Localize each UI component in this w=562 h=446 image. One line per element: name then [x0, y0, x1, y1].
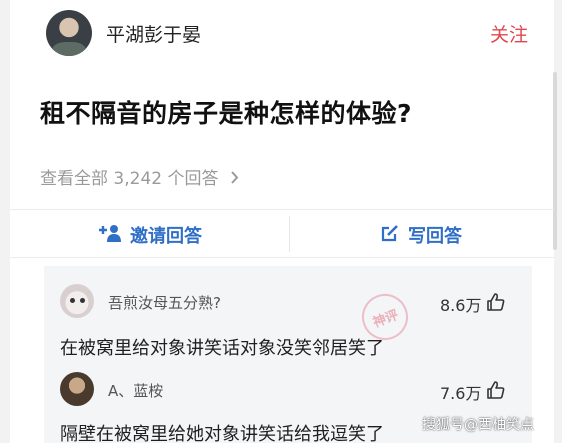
- comment-username[interactable]: A、蓝桉: [108, 380, 163, 401]
- like-button[interactable]: 8.6万: [440, 292, 506, 316]
- divider: [289, 216, 290, 252]
- question-title[interactable]: 租不隔音的房子是种怎样的体验?: [40, 94, 412, 130]
- thumbs-up-icon: [486, 380, 506, 404]
- view-all-label: 查看全部 3,242 个回答: [40, 169, 219, 189]
- add-user-icon: [98, 223, 122, 248]
- invite-answer-label: 邀请回答: [130, 226, 202, 247]
- comment-text: 在被窝里给对象讲笑话对象没笑邻居笑了: [60, 338, 384, 359]
- avatar[interactable]: [60, 372, 94, 406]
- comment-username[interactable]: 吾煎汝母五分熟?: [108, 292, 221, 313]
- scrollbar[interactable]: [553, 72, 557, 250]
- like-count: 7.6万: [440, 384, 482, 403]
- author-name[interactable]: 平湖彭于晏: [106, 20, 201, 47]
- like-count: 8.6万: [440, 296, 482, 315]
- watermark: 搜狐号@西柚笑点: [422, 417, 534, 433]
- write-answer-button[interactable]: 写回答: [380, 222, 462, 248]
- author-header: 平湖彭于晏 关注: [10, 0, 554, 68]
- divider: [10, 257, 554, 258]
- like-button[interactable]: 7.6万: [440, 380, 506, 404]
- follow-button[interactable]: 关注: [490, 20, 528, 47]
- invite-answer-button[interactable]: 邀请回答: [98, 222, 202, 248]
- divider: [10, 209, 554, 210]
- left-gutter: [0, 0, 10, 443]
- author-avatar[interactable]: [46, 10, 92, 56]
- edit-icon: [380, 223, 400, 248]
- avatar[interactable]: [60, 284, 94, 318]
- write-answer-label: 写回答: [408, 226, 462, 247]
- thumbs-up-icon: [486, 292, 506, 316]
- comment-text: 隔壁在被窝里给她对象讲笑话给我逗笑了: [60, 424, 384, 445]
- chevron-right-icon: [230, 169, 239, 189]
- view-all-answers-link[interactable]: 查看全部 3,242 个回答: [40, 164, 239, 189]
